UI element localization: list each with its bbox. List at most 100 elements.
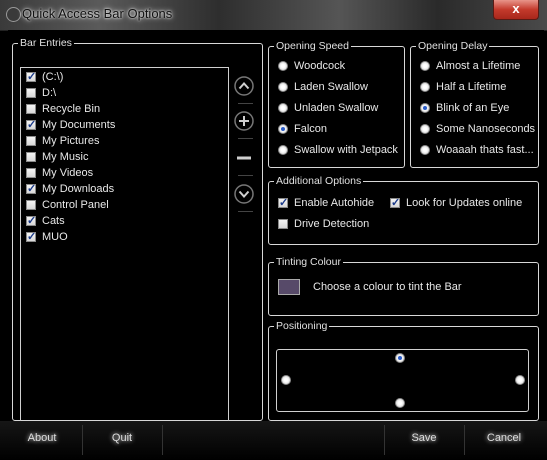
list-item[interactable]: D:\ bbox=[26, 87, 56, 99]
position-top-radio[interactable] bbox=[395, 353, 405, 363]
entry-label: My Videos bbox=[42, 167, 94, 179]
delay-option-some-nanoseconds[interactable]: Some Nanoseconds bbox=[420, 123, 535, 135]
add-entry-button[interactable] bbox=[233, 110, 255, 132]
option-label: Woodcock bbox=[294, 60, 346, 72]
about-button[interactable]: About bbox=[4, 421, 80, 456]
move-down-button[interactable] bbox=[233, 183, 255, 205]
radio-button[interactable] bbox=[278, 103, 288, 113]
options-window: Quick Access Bar Options x Bar Entries (… bbox=[0, 0, 547, 460]
option-label: Laden Swallow bbox=[294, 81, 368, 93]
option-label: Almost a Lifetime bbox=[436, 60, 521, 72]
delay-option-half-a-lifetime[interactable]: Half a Lifetime bbox=[420, 81, 506, 93]
option-label: Blink of an Eye bbox=[436, 102, 510, 114]
opening-speed-group: Opening Speed Woodcock Laden Swallow Unl… bbox=[268, 40, 405, 168]
position-area bbox=[276, 349, 529, 412]
cancel-button[interactable]: Cancel bbox=[466, 421, 542, 456]
delay-option-blink-of-an-eye[interactable]: Blink of an Eye bbox=[420, 102, 509, 114]
divider bbox=[82, 425, 83, 455]
entry-checkbox[interactable] bbox=[26, 118, 36, 131]
list-item[interactable]: Cats bbox=[26, 214, 65, 227]
look-for-updates-label: Look for Updates online bbox=[406, 197, 523, 209]
plus-icon bbox=[234, 111, 254, 131]
radio-button[interactable] bbox=[420, 82, 430, 92]
speed-option-unladen-swallow[interactable]: Unladen Swallow bbox=[278, 102, 378, 114]
delay-option-woaaah-thats-fast[interactable]: Woaaah thats fast... bbox=[420, 144, 534, 156]
separator bbox=[238, 138, 253, 139]
speed-option-laden-swallow[interactable]: Laden Swallow bbox=[278, 81, 368, 93]
separator bbox=[238, 175, 253, 176]
list-item[interactable]: My Pictures bbox=[26, 135, 99, 147]
opening-speed-legend: Opening Speed bbox=[276, 40, 349, 52]
radio-button-selected[interactable] bbox=[278, 124, 288, 134]
chevron-down-icon bbox=[234, 184, 254, 204]
entry-checkbox[interactable] bbox=[26, 136, 36, 146]
entry-label: My Pictures bbox=[42, 135, 100, 147]
list-item[interactable]: My Music bbox=[26, 151, 88, 163]
radio-button[interactable] bbox=[420, 61, 430, 71]
quit-button[interactable]: Quit bbox=[84, 421, 160, 456]
entry-label: My Documents bbox=[42, 119, 116, 131]
additional-options-group: Additional Options Enable Autohide Look … bbox=[268, 175, 539, 245]
entry-checkbox[interactable] bbox=[26, 168, 36, 178]
entry-checkbox[interactable] bbox=[26, 88, 36, 98]
close-button[interactable]: x bbox=[493, 0, 539, 20]
bar-entries-group: Bar Entries (C:\) D:\ Recycle Bin My Doc… bbox=[12, 37, 263, 424]
drive-detection-label: Drive Detection bbox=[294, 218, 370, 230]
entry-label: Cats bbox=[42, 215, 65, 227]
entry-label: Recycle Bin bbox=[42, 103, 101, 115]
look-for-updates-option[interactable]: Look for Updates online bbox=[390, 196, 523, 209]
radio-button-selected[interactable] bbox=[420, 103, 430, 113]
entry-checkbox[interactable] bbox=[26, 200, 36, 210]
positioning-legend: Positioning bbox=[276, 320, 328, 332]
list-item[interactable]: My Documents bbox=[26, 118, 116, 131]
tint-colour-picker[interactable]: Choose a colour to tint the Bar bbox=[278, 279, 462, 295]
delay-option-almost-a-lifetime[interactable]: Almost a Lifetime bbox=[420, 60, 520, 72]
drive-detection-checkbox[interactable] bbox=[278, 219, 288, 229]
separator bbox=[238, 103, 253, 104]
title-bar[interactable]: Quick Access Bar Options x bbox=[0, 0, 547, 31]
list-item[interactable]: Recycle Bin bbox=[26, 103, 100, 115]
option-label: Swallow with Jetpack bbox=[294, 144, 398, 156]
list-item[interactable]: My Downloads bbox=[26, 182, 115, 195]
colour-swatch[interactable] bbox=[278, 279, 300, 295]
option-label: Unladen Swallow bbox=[294, 102, 379, 114]
list-item[interactable]: (C:\) bbox=[26, 70, 63, 83]
look-for-updates-checkbox[interactable] bbox=[390, 196, 400, 209]
speed-option-swallow-with-jetpack[interactable]: Swallow with Jetpack bbox=[278, 144, 398, 156]
enable-autohide-label: Enable Autohide bbox=[294, 197, 375, 209]
enable-autohide-option[interactable]: Enable Autohide bbox=[278, 196, 375, 209]
list-item[interactable]: MUO bbox=[26, 230, 68, 243]
radio-button[interactable] bbox=[278, 61, 288, 71]
entry-checkbox[interactable] bbox=[26, 214, 36, 227]
list-item[interactable]: My Videos bbox=[26, 167, 93, 179]
radio-button[interactable] bbox=[278, 145, 288, 155]
drive-detection-option[interactable]: Drive Detection bbox=[278, 218, 369, 230]
radio-button[interactable] bbox=[278, 82, 288, 92]
tinting-colour-legend: Tinting Colour bbox=[276, 256, 341, 268]
radio-button[interactable] bbox=[420, 145, 430, 155]
bar-entries-list[interactable]: (C:\) D:\ Recycle Bin My Documents My Pi… bbox=[20, 67, 229, 424]
positioning-group: Positioning bbox=[268, 320, 539, 421]
move-up-button[interactable] bbox=[233, 75, 255, 97]
entry-checkbox[interactable] bbox=[26, 182, 36, 195]
enable-autohide-checkbox[interactable] bbox=[278, 196, 288, 209]
position-bottom-radio[interactable] bbox=[395, 398, 405, 408]
save-button[interactable]: Save bbox=[386, 421, 462, 456]
position-right-radio[interactable] bbox=[515, 375, 525, 385]
bottom-bar: About Quit Save Cancel bbox=[0, 421, 547, 460]
entry-checkbox[interactable] bbox=[26, 70, 36, 83]
divider bbox=[162, 425, 163, 455]
speed-option-falcon[interactable]: Falcon bbox=[278, 123, 327, 135]
radio-button[interactable] bbox=[420, 124, 430, 134]
speed-option-woodcock[interactable]: Woodcock bbox=[278, 60, 345, 72]
option-label: Some Nanoseconds bbox=[436, 123, 536, 135]
entry-checkbox[interactable] bbox=[26, 230, 36, 243]
list-item[interactable]: Control Panel bbox=[26, 199, 109, 211]
position-left-radio[interactable] bbox=[281, 375, 291, 385]
entry-checkbox[interactable] bbox=[26, 152, 36, 162]
entry-label: My Downloads bbox=[42, 183, 115, 195]
additional-options-legend: Additional Options bbox=[276, 175, 362, 187]
app-icon bbox=[6, 7, 21, 22]
remove-entry-button[interactable] bbox=[233, 147, 255, 169]
entry-checkbox[interactable] bbox=[26, 104, 36, 114]
